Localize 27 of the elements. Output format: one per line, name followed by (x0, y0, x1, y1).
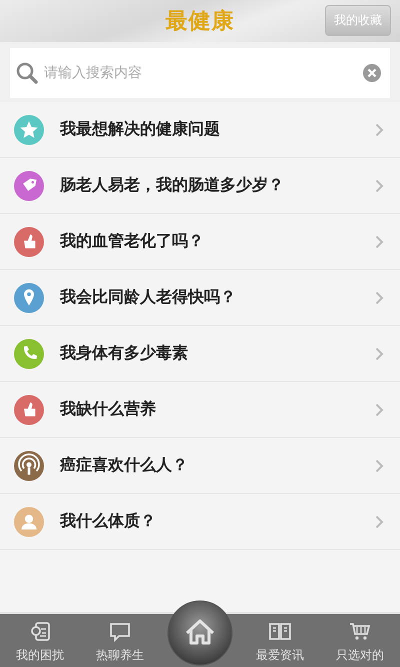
search-icon (14, 60, 40, 86)
chat-icon (108, 620, 132, 644)
list-item[interactable]: 我缺什么营养 (0, 382, 400, 438)
tab-item[interactable]: 只选对的 (320, 614, 400, 667)
chevron-icon (375, 234, 384, 248)
home-button[interactable] (167, 600, 233, 666)
chevron-icon (375, 346, 384, 360)
list-item[interactable]: 我最想解决的健康问题 (0, 102, 400, 158)
doc-icon (28, 620, 52, 644)
search-field[interactable]: 请输入搜索内容 (10, 48, 390, 98)
chevron-icon (375, 122, 384, 136)
clear-icon[interactable] (362, 63, 382, 83)
list-item[interactable]: 癌症喜欢什么人？ (0, 438, 400, 494)
chevron-icon (375, 458, 384, 472)
chevron-icon (375, 178, 384, 192)
chevron-icon (375, 290, 384, 304)
list-item[interactable]: 肠老人易老，我的肠道多少岁？ (0, 158, 400, 214)
tab-item[interactable]: 我的困扰 (0, 614, 80, 667)
tab-item[interactable]: 热聊养生 (80, 614, 160, 667)
app-title: 最健康 (166, 8, 234, 36)
list-item[interactable]: 我的血管老化了吗？ (0, 214, 400, 270)
list-item[interactable]: 我什么体质？ (0, 494, 400, 550)
chevron-icon (375, 402, 384, 416)
list-item[interactable]: 我身体有多少毒素 (0, 326, 400, 382)
list-item[interactable]: 我会比同龄人老得快吗？ (0, 270, 400, 326)
tab-item[interactable]: 最爱资讯 (240, 614, 320, 667)
chevron-icon (375, 514, 384, 528)
